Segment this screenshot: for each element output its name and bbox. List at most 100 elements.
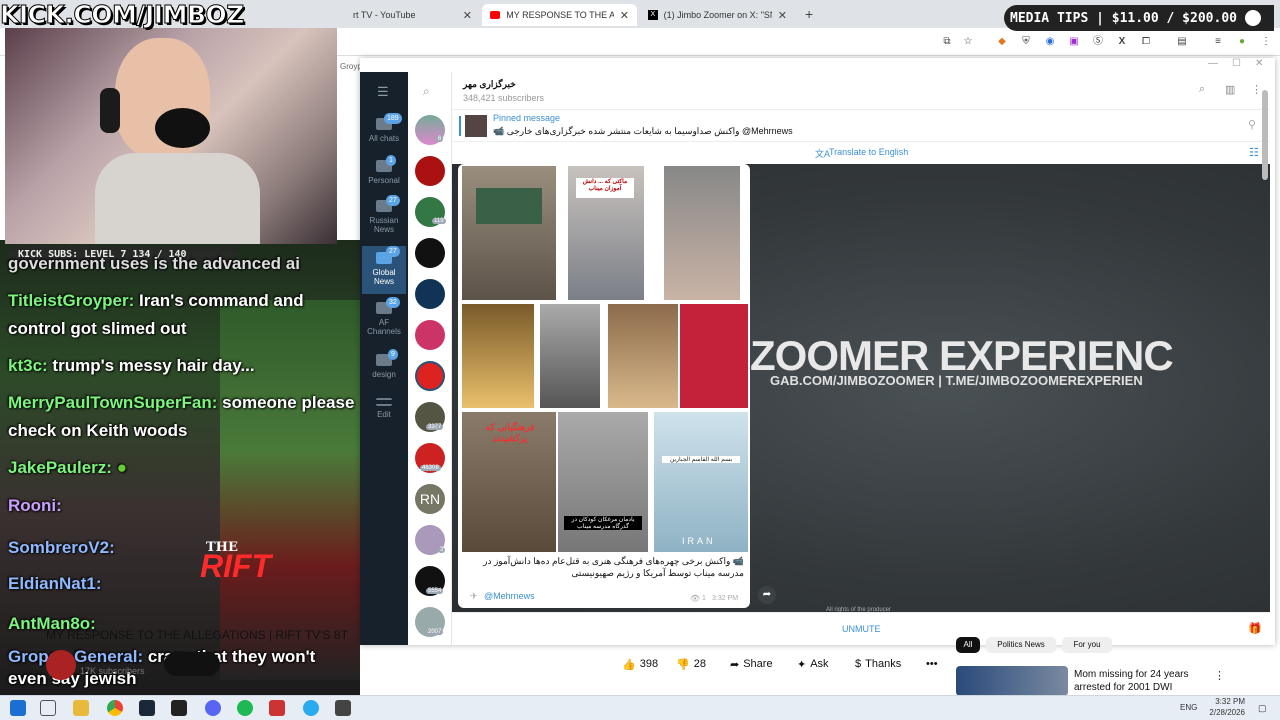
- recommended-thumbnail[interactable]: [956, 666, 1068, 696]
- photo-student-2[interactable]: [664, 166, 740, 300]
- minimize-icon[interactable]: —: [1208, 58, 1218, 69]
- steam-icon[interactable]: [139, 700, 155, 716]
- folder-all-chats[interactable]: All chats 189: [362, 113, 406, 143]
- puzzle-icon[interactable]: ⧠: [1139, 35, 1153, 49]
- translate-bar[interactable]: 文A Translate to English ☷: [452, 142, 1270, 164]
- extension-icon[interactable]: Ⓢ: [1091, 35, 1105, 49]
- thanks-button[interactable]: $ Thanks: [855, 653, 901, 675]
- chat-avatar[interactable]: RN: [415, 484, 445, 514]
- thumbs-down-icon: 👎: [676, 658, 690, 671]
- taskbar-date[interactable]: 2/28/2026: [1205, 708, 1245, 717]
- folder-russian-news[interactable]: Russian News 27: [362, 195, 406, 234]
- taskbar-time[interactable]: 3:32 PM: [1205, 697, 1245, 706]
- subscribe-button[interactable]: [164, 652, 220, 676]
- folder-af-channels[interactable]: AF Channels 32: [362, 297, 406, 336]
- like-button[interactable]: 👍 398: [622, 653, 658, 675]
- folder-personal[interactable]: Personal 1: [362, 155, 406, 185]
- spotify-icon[interactable]: [237, 700, 253, 716]
- more-actions-button[interactable]: •••: [926, 653, 938, 675]
- photo-candles[interactable]: [462, 304, 534, 408]
- close-icon[interactable]: ✕: [778, 9, 787, 22]
- chip-for-you[interactable]: For you: [1062, 637, 1112, 653]
- photo-classroom[interactable]: [462, 166, 556, 300]
- chat-avatar[interactable]: [415, 156, 445, 186]
- close-icon[interactable]: ✕: [463, 9, 472, 22]
- app-icon[interactable]: [269, 700, 285, 716]
- stream-watermark-links: GAB.COM/JIMBOZOOMER | T.ME/JIMBOZOOMEREX…: [770, 373, 1143, 388]
- close-window-icon[interactable]: ✕: [1255, 58, 1263, 69]
- file-explorer-icon[interactable]: [73, 700, 89, 716]
- sidebar-icon[interactable]: ▤: [1175, 35, 1189, 49]
- chat-avatar[interactable]: [415, 320, 445, 350]
- folder-design[interactable]: design 9: [362, 349, 406, 379]
- chat-badge: 2007: [426, 629, 444, 635]
- photo-rubble[interactable]: [540, 304, 600, 408]
- extension-icon[interactable]: ◉: [1043, 35, 1057, 49]
- channel-name[interactable]: خبرگزاری مهر: [463, 79, 516, 90]
- message-link[interactable]: @Mehrnews: [484, 591, 535, 601]
- pinned-message-bar[interactable]: Pinned message 📹 واکنش صداوسیما به شایعا…: [452, 110, 1270, 142]
- photo-red-poster[interactable]: [680, 304, 748, 408]
- photo-backpack[interactable]: فرهنگیانی که پرکشیدند: [462, 412, 556, 552]
- search-icon[interactable]: ⌕: [423, 84, 430, 99]
- metamask-icon[interactable]: ◆: [995, 35, 1009, 49]
- dislike-button[interactable]: 👎 28: [676, 653, 706, 675]
- more-menu-icon[interactable]: ⋮: [1251, 83, 1262, 96]
- discord-icon[interactable]: [205, 700, 221, 716]
- chat-badge: 5554: [426, 588, 444, 594]
- unmute-button[interactable]: UNMUTE: [842, 624, 881, 634]
- shield-icon[interactable]: ⛨: [1019, 35, 1033, 49]
- task-view-icon[interactable]: [40, 700, 56, 716]
- bookmark-star-icon[interactable]: ☆: [961, 35, 975, 49]
- new-tab-button[interactable]: +: [805, 6, 813, 22]
- close-icon[interactable]: ✕: [620, 9, 629, 22]
- notification-icon[interactable]: ▢: [1258, 703, 1267, 714]
- language-indicator[interactable]: ENG: [1180, 703, 1197, 712]
- settings-sliders-icon[interactable]: ☷: [1249, 146, 1259, 159]
- start-icon[interactable]: [10, 700, 26, 716]
- downloads-icon[interactable]: ≡: [1211, 35, 1225, 49]
- terminal-icon[interactable]: [171, 700, 187, 716]
- share-button[interactable]: ➦ Share: [730, 653, 773, 675]
- forward-button[interactable]: ➦: [758, 586, 776, 604]
- search-icon[interactable]: ⌕: [1199, 83, 1205, 96]
- chat-avatar[interactable]: [415, 279, 445, 309]
- folder-edit[interactable]: Edit: [362, 398, 406, 419]
- chat-avatar[interactable]: [415, 238, 445, 268]
- page-fragment: Groyp: [340, 62, 362, 71]
- chat-message: MerryPaulTownSuperFan: someone please ch…: [8, 389, 358, 445]
- cast-icon[interactable]: ⧉: [940, 35, 954, 49]
- tab-x-jimbo[interactable]: X (1) Jimbo Zoomer on X: "SNEA ✕: [640, 4, 795, 26]
- app-icon[interactable]: [335, 700, 351, 716]
- maximize-icon[interactable]: ☐: [1232, 58, 1241, 69]
- folder-global-news[interactable]: Global News 27: [362, 246, 406, 294]
- gift-icon[interactable]: 🎁: [1248, 622, 1262, 635]
- extension-icon[interactable]: ▣: [1067, 35, 1081, 49]
- sidebar-toggle-icon[interactable]: ▥: [1225, 83, 1235, 96]
- x-extension-icon[interactable]: X: [1115, 35, 1129, 49]
- unpin-icon[interactable]: ⚲: [1248, 118, 1256, 131]
- reply-icon[interactable]: ✈: [470, 591, 478, 602]
- menu-icon[interactable]: ☰: [377, 84, 389, 100]
- sparkle-icon: ✦: [797, 658, 807, 671]
- channel-avatar[interactable]: [46, 650, 76, 680]
- menu-kebab-icon[interactable]: ⋮: [1259, 35, 1273, 49]
- chip-politics-news[interactable]: Politics News: [986, 637, 1056, 653]
- chat-avatar-selected[interactable]: [415, 361, 445, 391]
- folder-label: Russian News: [369, 216, 399, 234]
- ask-button[interactable]: ✦ Ask: [797, 653, 829, 675]
- tab-youtube-rift[interactable]: rt TV - YouTube ✕: [345, 4, 480, 26]
- profile-avatar-icon[interactable]: ●: [1235, 35, 1249, 49]
- chip-all[interactable]: All: [956, 637, 980, 653]
- tab-my-response[interactable]: MY RESPONSE TO THE ALLEGA ✕: [482, 4, 637, 26]
- translate-label[interactable]: Translate to English: [829, 147, 908, 157]
- photo-crowd[interactable]: یادمان مرغکان کودکان در گذرگاه مدرسه مین…: [558, 412, 648, 552]
- chrome-icon[interactable]: [107, 700, 123, 716]
- photo-angels[interactable]: [608, 304, 678, 408]
- photo-caption: IRAN: [682, 536, 716, 546]
- photo-student[interactable]: ماکتی که ... دانش آموزان میناب: [568, 166, 644, 300]
- telegram-icon[interactable]: [303, 700, 319, 716]
- scrollbar[interactable]: [1262, 90, 1268, 180]
- photo-iran-flag[interactable]: بسم الله القاسم الجبارین IRAN: [654, 412, 748, 552]
- more-menu-icon[interactable]: ⋮: [1214, 669, 1225, 682]
